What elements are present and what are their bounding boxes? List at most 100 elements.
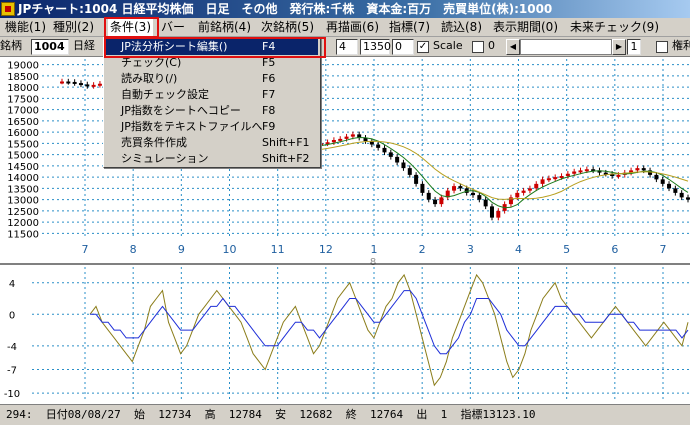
zero-checkbox[interactable] bbox=[472, 41, 484, 53]
candle-body bbox=[559, 176, 564, 178]
menu-item-label: JP法分析シート編集() bbox=[121, 40, 228, 53]
candle-body bbox=[338, 138, 343, 141]
candle-body bbox=[433, 199, 438, 205]
x-tick-label: 10 bbox=[223, 243, 237, 256]
title-bar[interactable]: JPチャート:1004 日経平均株価 日足 その他 発行株:千株 資本金:百万 … bbox=[0, 0, 690, 18]
menu-item-shortcut: F5 bbox=[262, 56, 276, 69]
candle-body bbox=[452, 186, 457, 191]
menu-item-jp-sheet-edit[interactable]: JP法分析シート編集() F4 bbox=[106, 39, 318, 55]
price-tick-label: 17500 bbox=[7, 94, 39, 105]
x-tick-label: 11 bbox=[271, 243, 285, 256]
menu-item-label: 読み取り(/) bbox=[121, 72, 178, 85]
menu-item-shortcut: F8 bbox=[262, 104, 276, 117]
candle-body bbox=[667, 183, 672, 189]
candle-body bbox=[679, 192, 684, 198]
price-tick-label: 13500 bbox=[7, 184, 39, 195]
menu-item-read[interactable]: 読み取り(/) F6 bbox=[106, 71, 318, 87]
scroll-left-button[interactable]: ◀ bbox=[506, 39, 520, 55]
x-tick-label: 3 bbox=[467, 243, 474, 256]
oscillator-tick-label: -7 bbox=[7, 365, 17, 376]
window-title: JPチャート:1004 日経平均株価 日足 その他 発行株:千株 資本金:百万 … bbox=[18, 2, 553, 16]
menu-item-trade-conditions[interactable]: 売買条件作成 Shift+F1 bbox=[106, 135, 318, 151]
period-label: 8 bbox=[370, 257, 376, 268]
app-icon[interactable] bbox=[1, 2, 15, 16]
candle-body bbox=[471, 192, 476, 196]
menu-item-simulation[interactable]: シミュレーション Shift+F2 bbox=[106, 151, 318, 167]
candle-body bbox=[553, 177, 558, 180]
oscillator-tick-label: 4 bbox=[9, 279, 15, 290]
menu-item-label: チェック(C) bbox=[121, 56, 182, 69]
x-tick-label: 8 bbox=[130, 243, 137, 256]
menu-next-stock[interactable]: 次銘柄(5) bbox=[259, 18, 316, 37]
scroll-right-button[interactable]: ▶ bbox=[612, 39, 626, 55]
ticker-label: 銘柄 bbox=[0, 39, 22, 52]
candle-body bbox=[382, 147, 387, 153]
x-tick-label: 7 bbox=[660, 243, 667, 256]
status-bar: 294: 日付08/08/27 始 12734 高 12784 安 12682 … bbox=[0, 404, 690, 425]
candle-body bbox=[489, 206, 494, 218]
menu-item-label: 自動チェック設定 bbox=[121, 88, 209, 101]
scale-label: Scale bbox=[433, 39, 463, 52]
menu-item-label: JP指数をテキストファイルへ bbox=[121, 120, 263, 133]
range-scrollbar[interactable] bbox=[520, 39, 612, 55]
x-tick-label: 5 bbox=[563, 243, 570, 256]
candle-body bbox=[673, 188, 678, 193]
scale-checkbox[interactable]: ✓ bbox=[417, 41, 429, 53]
x-tick-label: 12 bbox=[319, 243, 333, 256]
menu-bar: 機能(1) 種別(2) 条件(3) バー 前銘柄(4) 次銘柄(5) 再描画(6… bbox=[0, 18, 690, 37]
x-tick-label: 1 bbox=[371, 243, 378, 256]
price-tick-label: 17000 bbox=[7, 106, 39, 117]
x-tick-label: 7 bbox=[82, 243, 89, 256]
menu-future-check[interactable]: 未来チェック(9) bbox=[568, 18, 661, 37]
condition-dropdown-menu: JP法分析シート編集() F4 チェック(C) F5 読み取り(/) F6 自動チェッ… bbox=[103, 37, 321, 168]
candle-body bbox=[401, 162, 406, 169]
menu-item-export-text[interactable]: JP指数をテキストファイルへ F9 bbox=[106, 119, 318, 135]
x-tick-label: 6 bbox=[611, 243, 618, 256]
right-checkbox[interactable] bbox=[656, 41, 668, 53]
candle-body bbox=[686, 197, 690, 200]
candle-body bbox=[578, 170, 583, 173]
menu-indicator[interactable]: 指標(7) bbox=[387, 18, 432, 37]
menu-prev-stock[interactable]: 前銘柄(4) bbox=[196, 18, 253, 37]
oscillator-average-line bbox=[90, 290, 689, 355]
price-tick-label: 15000 bbox=[7, 151, 39, 162]
candle-body bbox=[477, 195, 482, 200]
menu-redraw[interactable]: 再描画(6) bbox=[324, 18, 381, 37]
candle-body bbox=[78, 83, 83, 86]
menu-item-shortcut: F7 bbox=[262, 88, 276, 101]
menu-condition[interactable]: 条件(3) bbox=[108, 18, 153, 37]
menu-display-period[interactable]: 表示期間(0) bbox=[491, 18, 560, 37]
candle-body bbox=[331, 140, 336, 143]
param-field-1[interactable]: 4 bbox=[336, 39, 358, 55]
candle-body bbox=[350, 134, 355, 137]
candle-body bbox=[72, 81, 77, 84]
candle-body bbox=[85, 84, 90, 87]
right-label: 権利 bbox=[672, 39, 690, 52]
price-tick-label: 11500 bbox=[7, 229, 39, 240]
menu-type[interactable]: 種別(2) bbox=[51, 18, 96, 37]
menu-load[interactable]: 読込(8) bbox=[439, 18, 484, 37]
menu-bar-item[interactable]: バー bbox=[159, 18, 187, 37]
price-tick-label: 18000 bbox=[7, 83, 39, 94]
candle-body bbox=[496, 210, 501, 218]
candle-body bbox=[616, 174, 621, 177]
menu-item-auto-check[interactable]: 自動チェック設定 F7 bbox=[106, 87, 318, 103]
candle-body bbox=[635, 168, 640, 171]
candle-body bbox=[414, 174, 419, 184]
price-tick-label: 16000 bbox=[7, 128, 39, 139]
menu-item-check[interactable]: チェック(C) F5 bbox=[106, 55, 318, 71]
candle-body bbox=[420, 183, 425, 193]
param-field-2[interactable]: 1350 bbox=[360, 39, 391, 55]
candle-body bbox=[584, 169, 589, 172]
x-tick-label: 9 bbox=[178, 243, 185, 256]
candle-body bbox=[395, 156, 400, 163]
param-field-3[interactable]: 0 bbox=[392, 39, 414, 55]
menu-function[interactable]: 機能(1) bbox=[3, 18, 48, 37]
oscillator-tick-label: 0 bbox=[9, 310, 15, 321]
spin-value[interactable]: 1 bbox=[627, 39, 641, 55]
price-tick-label: 18500 bbox=[7, 72, 39, 83]
code-field[interactable]: 1004 bbox=[31, 39, 69, 55]
menu-item-copy-to-sheet[interactable]: JP指数をシートへコピー F8 bbox=[106, 103, 318, 119]
x-tick-label: 2 bbox=[419, 243, 426, 256]
menu-item-label: 売買条件作成 bbox=[121, 136, 187, 149]
